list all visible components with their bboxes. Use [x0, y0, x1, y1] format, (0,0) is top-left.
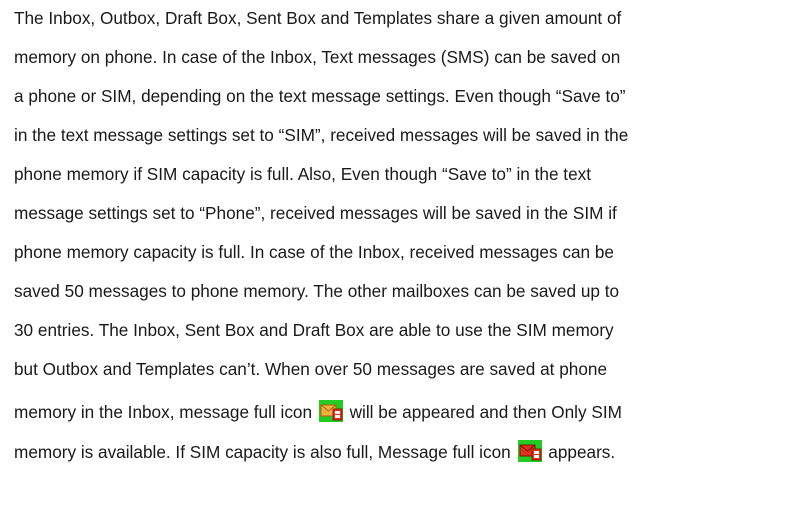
text-line-11-after: will be appeared and then Only SIM — [349, 402, 622, 422]
text-line-12-after: appears. — [548, 442, 616, 462]
message-full-phone-icon — [318, 400, 343, 422]
document-page: The Inbox, Outbox, Draft Box, Sent Box a… — [0, 0, 787, 514]
text-line-5: phone memory if SIM capacity is full. Al… — [14, 164, 592, 184]
text-line-10: but Outbox and Templates can’t. When ove… — [14, 359, 608, 379]
text-line-6: message settings set to “Phone”, receive… — [14, 203, 617, 223]
text-line-7: phone memory capacity is full. In case o… — [14, 242, 614, 262]
message-full-sim-icon — [517, 440, 542, 462]
text-line-12-before: memory is available. If SIM capacity is … — [14, 442, 511, 462]
text-line-11-before: memory in the Inbox, message full icon — [14, 402, 313, 422]
text-line-8: saved 50 messages to phone memory. The o… — [14, 281, 620, 301]
text-line-1: The Inbox, Outbox, Draft Box, Sent Box a… — [14, 8, 622, 28]
text-line-4: in the text message settings set to “SIM… — [14, 125, 629, 145]
text-line-11: memory in the Inbox, message full icon w… — [14, 400, 622, 422]
text-line-2: memory on phone. In case of the Inbox, T… — [14, 47, 621, 67]
text-line-12: memory is available. If SIM capacity is … — [14, 440, 615, 462]
text-line-9: 30 entries. The Inbox, Sent Box and Draf… — [14, 320, 614, 340]
text-line-3: a phone or SIM, depending on the text me… — [14, 86, 626, 106]
